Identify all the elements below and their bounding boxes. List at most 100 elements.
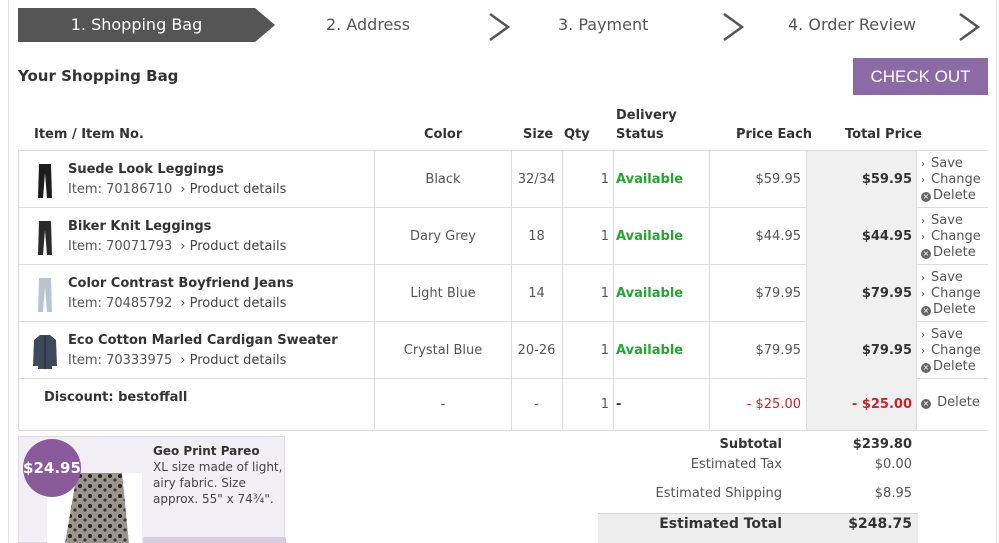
step-payment[interactable]: 3. Payment — [558, 8, 648, 42]
product-details-text[interactable]: Product details — [190, 182, 287, 197]
promo-title[interactable]: Geo Print Pareo — [153, 444, 260, 458]
save-label[interactable]: Save — [931, 156, 963, 171]
save-label[interactable]: Save — [931, 270, 963, 285]
delivery-status: Available — [616, 229, 684, 244]
item-number: Item: 70333975 › Product details — [68, 353, 286, 368]
shipping-value: $8.95 — [874, 486, 912, 501]
estimated-total-value: $248.75 — [848, 516, 912, 532]
table-row: Color Contrast Boyfriend Jeans Item: 704… — [18, 265, 988, 322]
subtotal-label: Subtotal — [719, 437, 782, 452]
delete-link[interactable]: × Delete — [921, 395, 988, 410]
item-number-text: Item: 70071793 — [68, 239, 173, 254]
product-thumbnail[interactable] — [32, 163, 58, 199]
item-size: 20-26 — [517, 343, 556, 358]
save-link[interactable]: › Save — [921, 213, 988, 229]
product-details-link[interactable]: › Product details — [180, 239, 286, 254]
table-row: Suede Look Leggings Item: 70186710 › Prod… — [18, 151, 988, 208]
product-thumbnail[interactable] — [32, 220, 58, 256]
product-details-link[interactable]: › Product details — [180, 182, 286, 197]
product-details-text[interactable]: Product details — [190, 239, 287, 254]
change-label[interactable]: Change — [931, 343, 981, 358]
item-number: Item: 70485792 › Product details — [68, 296, 286, 311]
delete-icon[interactable]: × — [921, 363, 931, 373]
row-actions: › Save › Change × Delete — [921, 322, 988, 379]
item-qty[interactable]: 1 — [562, 322, 613, 379]
delete-label[interactable]: Delete — [933, 302, 976, 317]
chevron-right-icon: › — [921, 216, 925, 227]
item-qty[interactable]: 1 — [562, 151, 613, 208]
chevron-right-icon: › — [921, 175, 925, 186]
checkout-button[interactable]: CHECK OUT — [853, 58, 988, 95]
item-number: Item: 70186710 › Product details — [68, 182, 286, 197]
product-thumbnail[interactable] — [32, 277, 58, 313]
step-address[interactable]: 2. Address — [326, 8, 410, 42]
product-details-link[interactable]: › Product details — [180, 353, 286, 368]
price-each: $44.95 — [755, 229, 802, 244]
item-color: Crystal Blue — [403, 343, 483, 358]
delivery-status: Available — [616, 286, 684, 301]
delete-label[interactable]: Delete — [933, 359, 976, 374]
delete-label[interactable]: Delete — [933, 188, 976, 203]
chevron-right-icon — [486, 12, 512, 42]
step-order-review[interactable]: 4. Order Review — [788, 8, 916, 42]
divider — [18, 430, 988, 431]
change-link[interactable]: › Change — [921, 343, 988, 359]
delete-link[interactable]: × Delete — [921, 359, 988, 374]
item-number-text: Item: 70186710 — [68, 182, 173, 197]
promo-card[interactable]: $24.95 Geo Print Pareo XL size made of l… — [18, 436, 286, 543]
checkout-steps: 1. Shopping Bag 2. Address 3. Payment 4.… — [18, 8, 990, 42]
product-thumbnail[interactable] — [32, 334, 58, 370]
col-qty: Qty — [564, 127, 590, 142]
product-name[interactable]: Biker Knit Leggings — [68, 219, 211, 234]
delete-link[interactable]: × Delete — [921, 302, 988, 317]
discount-price-each: - $25.00 — [746, 397, 801, 412]
col-size: Size — [523, 127, 554, 142]
product-name[interactable]: Suede Look Leggings — [68, 162, 224, 177]
item-number-text: Item: 70333975 — [68, 353, 173, 368]
delete-icon[interactable]: × — [921, 192, 931, 202]
save-link[interactable]: › Save — [921, 156, 988, 172]
delete-link[interactable]: × Delete — [921, 188, 988, 203]
delete-icon[interactable]: × — [921, 249, 931, 259]
row-actions: × Delete — [921, 379, 988, 430]
item-qty[interactable]: 1 — [562, 265, 613, 322]
product-details-link[interactable]: › Product details — [180, 296, 286, 311]
item-size: 14 — [528, 286, 545, 301]
save-link[interactable]: › Save — [921, 270, 988, 286]
product-name[interactable]: Eco Cotton Marled Cardigan Sweater — [68, 333, 338, 348]
price-each: $59.95 — [755, 172, 802, 187]
step-shopping-bag[interactable]: 1. Shopping Bag — [18, 8, 275, 42]
product-details-text[interactable]: Product details — [190, 353, 287, 368]
price-each: $79.95 — [755, 286, 802, 301]
col-price-each: Price Each — [736, 127, 813, 142]
change-link[interactable]: › Change — [921, 229, 988, 245]
discount-qty: 1 — [600, 397, 609, 412]
item-qty[interactable]: 1 — [562, 208, 613, 265]
delete-link[interactable]: × Delete — [921, 245, 988, 260]
save-label[interactable]: Save — [931, 213, 963, 228]
change-label[interactable]: Change — [931, 229, 981, 244]
delete-icon[interactable]: × — [921, 306, 931, 316]
row-actions: › Save › Change × Delete — [921, 265, 988, 322]
delete-icon[interactable]: × — [921, 399, 931, 409]
save-label[interactable]: Save — [931, 327, 963, 342]
item-color: Black — [425, 172, 461, 187]
product-details-text[interactable]: Product details — [190, 296, 287, 311]
promo-description: XL size made of light, airy fabric. Size… — [153, 460, 283, 506]
product-name[interactable]: Color Contrast Boyfriend Jeans — [68, 276, 294, 291]
delete-label[interactable]: Delete — [933, 245, 976, 260]
discount-status: - — [616, 397, 622, 412]
row-actions: › Save › Change × Delete — [921, 151, 988, 208]
estimated-total-label: Estimated Total — [659, 516, 782, 532]
total-price: $79.95 — [807, 265, 916, 322]
change-link[interactable]: › Change — [921, 172, 988, 188]
promo-footer-bar — [143, 537, 286, 543]
change-link[interactable]: › Change — [921, 286, 988, 302]
change-label[interactable]: Change — [931, 172, 981, 187]
delete-label[interactable]: Delete — [937, 395, 980, 410]
chevron-right-icon — [720, 12, 746, 42]
save-link[interactable]: › Save — [921, 327, 988, 343]
change-label[interactable]: Change — [931, 286, 981, 301]
item-color: Light Blue — [410, 286, 476, 301]
row-actions: › Save › Change × Delete — [921, 208, 988, 265]
